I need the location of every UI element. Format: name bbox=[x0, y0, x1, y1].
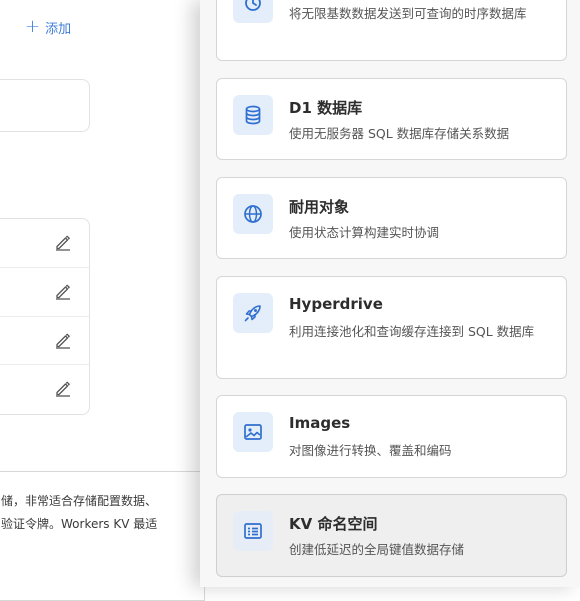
description-tooltip: 储，非常适合存储配置数据、 验证令牌。Workers KV 最适 bbox=[0, 471, 205, 601]
card-images[interactable]: Images 对图像进行转换、覆盖和编码 bbox=[216, 395, 567, 478]
globe-icon bbox=[244, 205, 262, 223]
card-title: KV 命名空间 bbox=[289, 515, 378, 533]
add-button[interactable]: + 添加 bbox=[25, 16, 71, 38]
analytics-icon bbox=[245, 0, 261, 11]
card-title: D1 数据库 bbox=[289, 99, 363, 117]
tooltip-line: 验证令牌。Workers KV 最适 bbox=[1, 517, 158, 531]
background-panel bbox=[0, 79, 90, 132]
card-title: 耐用对象 bbox=[289, 198, 350, 216]
card-hyperdrive[interactable]: Hyperdrive 利用连接池化和查询缓存连接到 SQL 数据库 bbox=[216, 276, 567, 379]
card-durable-objects[interactable]: 耐用对象 使用状态计算构建实时协调 bbox=[216, 177, 567, 259]
background-page: + 添加 储，非常适合存储配置数据、 验证令牌。Workers KV 最适 bbox=[0, 0, 205, 601]
card-description: 将无限基数数据发送到可查询的时序数据库 bbox=[289, 6, 527, 21]
tooltip-line: 储，非常适合存储配置数据、 bbox=[1, 494, 158, 508]
card-d1-database[interactable]: D1 数据库 使用无服务器 SQL 数据库存储关系数据 bbox=[216, 78, 567, 160]
list-item bbox=[0, 317, 89, 366]
card-icon-box bbox=[233, 95, 273, 135]
card-description: 创建低延迟的全局键值数据存储 bbox=[289, 542, 465, 557]
card-icon-box bbox=[233, 194, 273, 234]
database-icon bbox=[245, 105, 261, 125]
plus-icon: + bbox=[25, 16, 41, 37]
edit-icon[interactable] bbox=[54, 282, 72, 300]
binding-type-drawer: 将无限基数数据发送到可查询的时序数据库 D1 数据库 使用无服务器 SQL 数据… bbox=[200, 0, 580, 587]
card-description: 对图像进行转换、覆盖和编码 bbox=[289, 443, 452, 458]
card-description: 使用无服务器 SQL 数据库存储关系数据 bbox=[289, 126, 510, 141]
card-icon-box bbox=[233, 511, 273, 551]
list-item bbox=[0, 219, 89, 268]
edit-icon[interactable] bbox=[54, 379, 72, 397]
rocket-icon bbox=[244, 305, 261, 322]
card-description: 使用状态计算构建实时协调 bbox=[289, 225, 440, 240]
card-kv-namespace[interactable]: KV 命名空间 创建低延迟的全局键值数据存储 bbox=[216, 494, 567, 577]
card-description: 利用连接池化和查询缓存连接到 SQL 数据库 bbox=[289, 324, 535, 339]
kv-list-icon bbox=[244, 523, 262, 539]
list-item bbox=[0, 268, 89, 317]
card-title: Images bbox=[289, 414, 351, 432]
list-item bbox=[0, 365, 89, 414]
add-button-label: 添加 bbox=[45, 21, 72, 37]
edit-icon[interactable] bbox=[54, 331, 72, 349]
card-icon-box bbox=[233, 412, 273, 452]
card-analytics-engine[interactable]: 将无限基数数据发送到可查询的时序数据库 bbox=[216, 0, 567, 61]
card-icon-box bbox=[233, 293, 273, 333]
image-icon bbox=[244, 424, 262, 440]
card-title: Hyperdrive bbox=[289, 295, 383, 313]
edit-icon[interactable] bbox=[54, 233, 72, 251]
card-icon-box bbox=[233, 0, 273, 23]
background-list bbox=[0, 218, 90, 415]
